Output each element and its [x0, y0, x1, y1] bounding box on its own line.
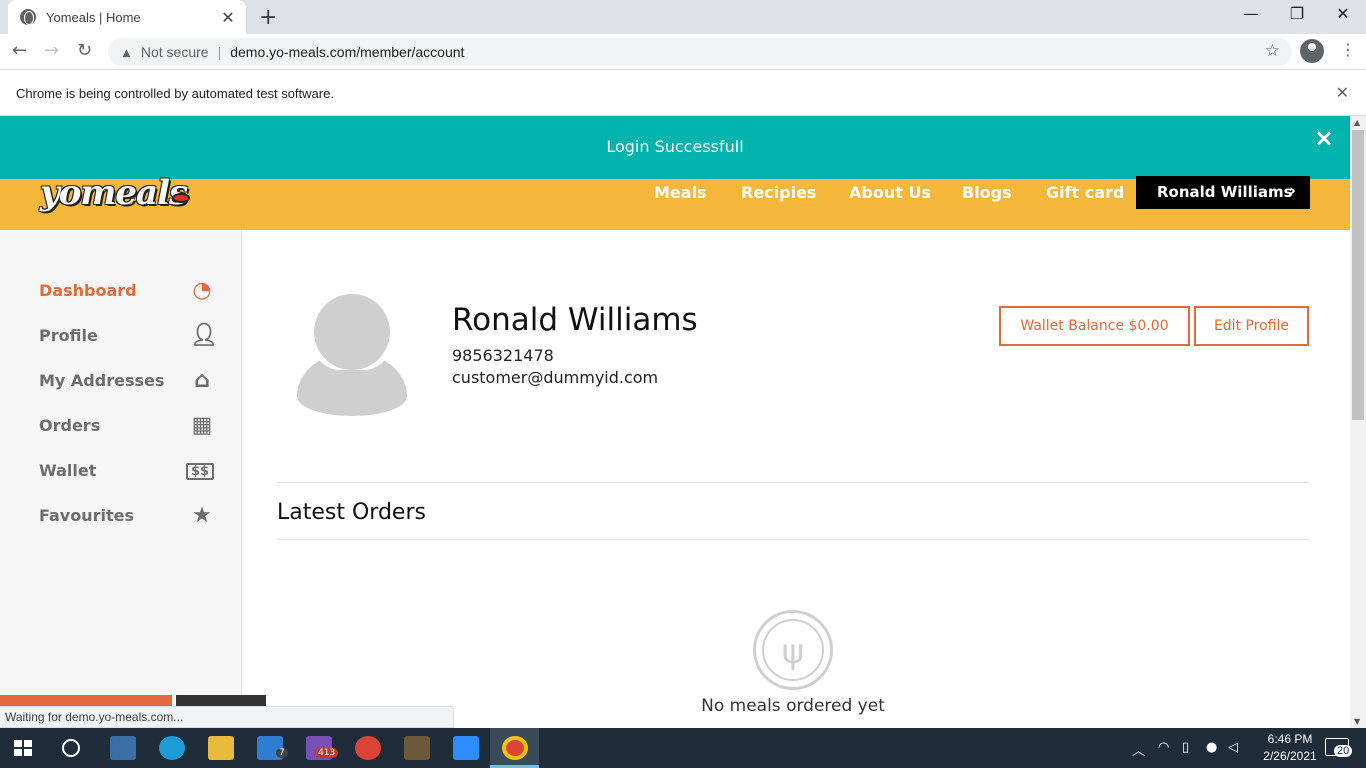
tab-close-icon[interactable]: ✕	[220, 8, 236, 27]
sidebar-item-my-addresses[interactable]: My Addresses ⌂	[39, 367, 214, 397]
avatar	[297, 294, 407, 416]
login-success-alert: Login Successfull ×	[0, 116, 1350, 179]
automation-infobar: Chrome is being controlled by automated …	[0, 70, 1366, 116]
mail-badge: 7	[276, 748, 288, 758]
chevron-right-icon: ›	[1288, 181, 1296, 201]
page-scrollbar[interactable]: ▲ ▼	[1350, 116, 1366, 728]
restore-icon[interactable]: ❐	[1274, 4, 1320, 23]
star-icon: ★	[192, 503, 212, 528]
scroll-down-icon[interactable]: ▼	[1354, 717, 1360, 726]
dashboard-main: Ronald Williams 9856321478 customer@dumm…	[242, 230, 1350, 728]
volume-icon[interactable]: ◁	[1228, 740, 1238, 755]
sidebar-item-favourites[interactable]: Favourites ★	[39, 502, 214, 532]
forward-icon[interactable]: →	[44, 40, 59, 61]
latest-orders-title: Latest Orders	[277, 500, 426, 525]
browser-tab[interactable]: Yomeals | Home ✕	[8, 0, 246, 34]
nav-meals[interactable]: Meals	[654, 183, 707, 202]
browser-tab-strip: Yomeals | Home ✕ + — ❐ ✕	[0, 0, 1366, 34]
app-icon[interactable]	[404, 736, 430, 760]
account-icon[interactable]	[1300, 39, 1324, 63]
clock-time: 6:46 PM	[1267, 732, 1313, 746]
sidebar-item-label: Wallet	[39, 461, 97, 480]
tab-title: Yomeals | Home	[46, 9, 141, 25]
money-icon: $$	[186, 463, 214, 480]
clock-date: 2/26/2021	[1263, 749, 1317, 763]
plate-inner-icon: ψ	[762, 619, 824, 681]
new-tab-button[interactable]: +	[259, 5, 277, 30]
chrome-icon[interactable]	[502, 736, 528, 760]
menu-dots-icon[interactable]: ⋮	[1340, 40, 1356, 59]
nav-blogs[interactable]: Blogs	[962, 183, 1012, 202]
infobar-close-icon[interactable]: ✕	[1336, 83, 1349, 103]
sidebar-item-profile[interactable]: Profile 👤︎	[39, 322, 218, 352]
nav-about-us[interactable]: About Us	[849, 183, 931, 202]
scroll-up-icon[interactable]: ▲	[1354, 118, 1360, 127]
sidebar-item-label: Favourites	[39, 506, 134, 525]
account-sidebar: Dashboard ◔ Profile 👤︎ My Addresses ⌂ Or…	[0, 230, 242, 728]
warning-icon[interactable]: ▲	[120, 45, 133, 60]
person-icon: 👤︎	[190, 323, 218, 348]
sidebar-item-wallet[interactable]: Wallet $$	[39, 457, 214, 487]
speedometer-icon: ◔	[192, 278, 212, 303]
security-label[interactable]: Not secure	[141, 44, 209, 60]
infobar-text: Chrome is being controlled by automated …	[16, 86, 334, 101]
browser-status-text: Waiting for demo.yo-meals.com...	[0, 706, 454, 728]
address-bar[interactable]: ▲ Not secure | demo.yo-meals.com/member/…	[108, 38, 1292, 66]
plate-cutlery-icon: ψ	[753, 610, 833, 690]
sidebar-item-dashboard[interactable]: Dashboard ◔	[39, 277, 214, 307]
wallet-balance-button[interactable]: Wallet Balance $0.00	[999, 306, 1190, 346]
zoom-icon[interactable]	[453, 736, 479, 760]
bookmark-star-icon[interactable]: ☆	[1265, 41, 1280, 61]
notification-count: 20	[1334, 745, 1353, 757]
taskbar-clock[interactable]: 6:46 PM 2/26/2021	[1256, 731, 1324, 765]
user-menu-label: Ronald Williams	[1157, 183, 1293, 201]
tray-chevron-icon[interactable]: ︿	[1132, 740, 1145, 759]
sidebar-item-label: Profile	[39, 326, 98, 345]
globe-icon	[20, 9, 36, 25]
viber-badge: 413	[315, 748, 339, 758]
yomeals-logo[interactable]: yomeals	[40, 173, 188, 213]
sidebar-item-label: My Addresses	[39, 371, 165, 390]
divider	[277, 482, 1309, 483]
store-icon[interactable]	[110, 736, 136, 760]
edit-profile-button[interactable]: Edit Profile	[1194, 306, 1309, 346]
avatar-head-shape	[314, 294, 390, 370]
url-text[interactable]: demo.yo-meals.com/member/account	[230, 44, 464, 60]
logo-mark-icon	[172, 193, 190, 203]
alert-close-icon[interactable]: ×	[1314, 124, 1334, 152]
back-icon[interactable]: ←	[12, 40, 27, 61]
file-explorer-icon[interactable]	[208, 736, 234, 760]
user-menu-button[interactable]: Ronald Williams ›	[1136, 176, 1310, 209]
window-close-icon[interactable]: ✕	[1320, 4, 1366, 23]
divider	[277, 539, 1309, 540]
scrollbar-thumb[interactable]	[1352, 130, 1364, 420]
empty-orders-text: No meals ordered yet	[701, 696, 885, 716]
alert-text: Login Successfull	[606, 137, 744, 156]
chrome-profile-icon[interactable]	[355, 736, 381, 760]
home-icon: ⌂	[194, 368, 210, 393]
sidebar-item-label: Orders	[39, 416, 101, 435]
page-viewport: Login Successfull × yomeals Meals Recipi…	[0, 116, 1350, 728]
edge-icon[interactable]	[159, 736, 185, 760]
windows-taskbar: 7 413 ︿ ◠ ▯ ● ◁ 6:46 PM 2/26/2021 20	[0, 728, 1366, 768]
omnibox-separator: |	[217, 44, 222, 60]
battery-icon[interactable]: ▯	[1182, 740, 1189, 755]
profile-phone: 9856321478	[452, 346, 554, 365]
reload-icon[interactable]: ↻	[77, 40, 92, 61]
site-header: yomeals Meals Recipies About Us Blogs Gi…	[0, 173, 1350, 230]
windows-start-icon[interactable]	[14, 740, 32, 756]
microphone-icon[interactable]: ●	[1206, 740, 1217, 755]
cortana-search-icon[interactable]	[62, 739, 80, 757]
minimize-icon[interactable]: —	[1228, 4, 1274, 23]
calendar-icon: ▦	[191, 413, 213, 438]
profile-email: customer@dummyid.com	[452, 368, 659, 387]
network-icon[interactable]: ◠	[1158, 740, 1169, 755]
profile-name: Ronald Williams	[452, 302, 698, 338]
sidebar-item-orders[interactable]: Orders ▦	[39, 412, 214, 442]
browser-toolbar: ← → ↻ ▲ Not secure | demo.yo-meals.com/m…	[0, 34, 1366, 70]
nav-gift-card[interactable]: Gift card	[1046, 183, 1124, 202]
sidebar-item-label: Dashboard	[39, 281, 137, 300]
nav-recipies[interactable]: Recipies	[741, 183, 816, 202]
